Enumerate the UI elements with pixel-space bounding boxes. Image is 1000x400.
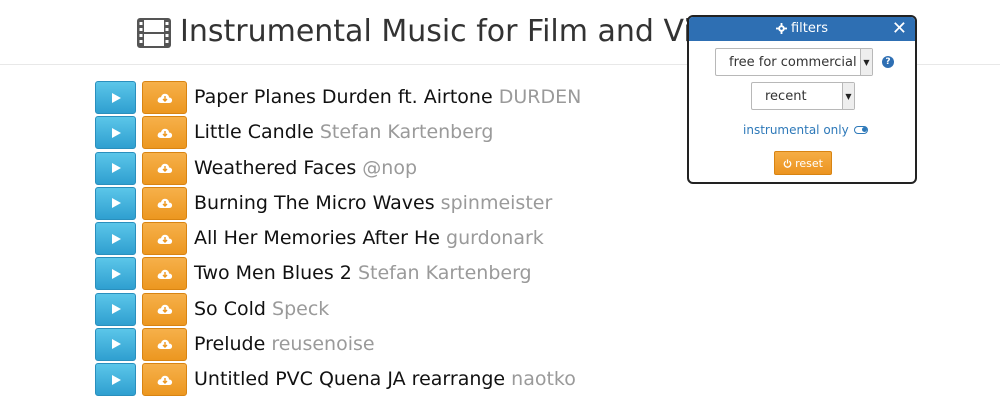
track-title[interactable]: Untitled PVC Quena JA rearrange	[194, 368, 505, 390]
track-info: Weathered Faces @nop	[194, 157, 417, 179]
play-button[interactable]	[95, 186, 136, 220]
track-title[interactable]: Burning The Micro Waves	[194, 192, 435, 214]
play-button[interactable]	[95, 116, 136, 150]
close-icon[interactable]: ✕	[892, 19, 907, 39]
chevron-down-icon: ▼	[842, 83, 854, 109]
chevron-down-icon: ▼	[860, 49, 872, 75]
track-row: All Her Memories After He gurdonark	[95, 222, 695, 257]
track-info: Untitled PVC Quena JA rearrange naotko	[194, 368, 576, 390]
track-row: Untitled PVC Quena JA rearrange naotko	[95, 363, 695, 398]
play-icon	[111, 339, 121, 350]
download-button[interactable]	[142, 116, 187, 150]
track-info: Paper Planes Durden ft. Airtone DURDEN	[194, 86, 581, 108]
instrumental-label: instrumental only	[743, 123, 849, 137]
instrumental-toggle[interactable]: instrumental only	[743, 123, 868, 137]
play-button[interactable]	[95, 257, 136, 291]
track-row: Paper Planes Durden ft. Airtone DURDEN	[95, 81, 695, 116]
play-icon	[111, 374, 121, 385]
download-button[interactable]	[142, 81, 187, 114]
track-artist[interactable]: spinmeister	[441, 192, 553, 214]
page-title: Instrumental Music for Film and Vid	[180, 14, 711, 49]
track-artist[interactable]: @nop	[362, 157, 417, 179]
play-icon	[111, 268, 121, 279]
cloud-download-icon	[157, 375, 172, 385]
play-button[interactable]	[95, 327, 136, 361]
reset-label: reset	[795, 156, 823, 170]
track-artist[interactable]: Speck	[272, 298, 329, 320]
cloud-download-icon	[157, 93, 172, 103]
film-icon	[137, 18, 171, 48]
track-row: Little Candle Stefan Kartenberg	[95, 116, 695, 151]
track-title[interactable]: Paper Planes Durden ft. Airtone	[194, 86, 493, 108]
play-icon	[111, 163, 121, 173]
track-info: Prelude reusenoise	[194, 333, 375, 355]
cloud-download-icon	[157, 198, 172, 209]
cloud-download-icon	[157, 339, 172, 350]
track-title[interactable]: Little Candle	[194, 121, 314, 143]
play-icon	[111, 198, 121, 209]
download-button[interactable]	[142, 363, 187, 396]
download-button[interactable]	[142, 292, 187, 326]
download-button[interactable]	[142, 151, 187, 185]
track-artist[interactable]: gurdonark	[446, 227, 544, 249]
track-row: Two Men Blues 2 Stefan Kartenberg	[95, 257, 695, 292]
download-button[interactable]	[142, 222, 187, 255]
track-title[interactable]: Prelude	[194, 333, 265, 355]
download-button[interactable]	[142, 186, 187, 220]
cloud-download-icon	[157, 304, 172, 314]
track-artist[interactable]: reusenoise	[271, 333, 374, 355]
track-info: Little Candle Stefan Kartenberg	[194, 121, 493, 143]
sort-select-value: recent	[765, 88, 807, 104]
track-artist[interactable]: Stefan Kartenberg	[358, 262, 532, 284]
play-icon	[111, 233, 121, 244]
play-button[interactable]	[95, 363, 136, 396]
filters-title: filters	[790, 21, 828, 36]
reset-button[interactable]: reset	[774, 151, 832, 175]
license-select-value: free for commercial u	[729, 54, 860, 70]
page: Instrumental Music for Film and Vid Pape…	[0, 0, 1000, 400]
play-button[interactable]	[95, 81, 136, 114]
play-icon	[111, 304, 121, 314]
power-icon	[783, 158, 792, 168]
track-artist[interactable]: Stefan Kartenberg	[320, 121, 494, 143]
track-title[interactable]: All Her Memories After He	[194, 227, 440, 249]
track-info: So Cold Speck	[194, 298, 329, 320]
track-info: Burning The Micro Waves spinmeister	[194, 192, 552, 214]
license-select[interactable]: free for commercial u ▼	[715, 48, 873, 76]
toggle-on-icon	[853, 126, 868, 134]
download-button[interactable]	[142, 327, 187, 361]
filters-popup: filters ✕ free for commercial u ▼ ? rece…	[687, 15, 917, 184]
play-icon	[111, 127, 121, 138]
play-button[interactable]	[95, 151, 136, 185]
download-button[interactable]	[142, 257, 187, 291]
play-button[interactable]	[95, 292, 136, 326]
track-info: Two Men Blues 2 Stefan Kartenberg	[194, 262, 532, 284]
play-icon	[111, 92, 121, 103]
track-row: Burning The Micro Waves spinmeister	[95, 186, 695, 222]
track-artist[interactable]: DURDEN	[499, 86, 582, 108]
sort-select[interactable]: recent ▼	[751, 82, 855, 110]
track-title[interactable]: Weathered Faces	[194, 157, 356, 179]
gear-icon	[775, 23, 787, 34]
cloud-download-icon	[157, 269, 172, 279]
track-row: Prelude reusenoise	[95, 327, 695, 363]
help-icon[interactable]: ?	[882, 56, 894, 68]
cloud-download-icon	[157, 128, 172, 138]
track-list: Paper Planes Durden ft. Airtone DURDEN L…	[95, 81, 695, 398]
track-info: All Her Memories After He gurdonark	[194, 227, 544, 249]
filters-header: filters ✕	[689, 17, 915, 41]
track-artist[interactable]: naotko	[511, 368, 576, 390]
track-title[interactable]: Two Men Blues 2	[194, 262, 352, 284]
play-button[interactable]	[95, 222, 136, 255]
track-title[interactable]: So Cold	[194, 298, 266, 320]
track-row: So Cold Speck	[95, 292, 695, 328]
track-row: Weathered Faces @nop	[95, 151, 695, 187]
cloud-download-icon	[157, 234, 172, 244]
cloud-download-icon	[157, 163, 172, 173]
